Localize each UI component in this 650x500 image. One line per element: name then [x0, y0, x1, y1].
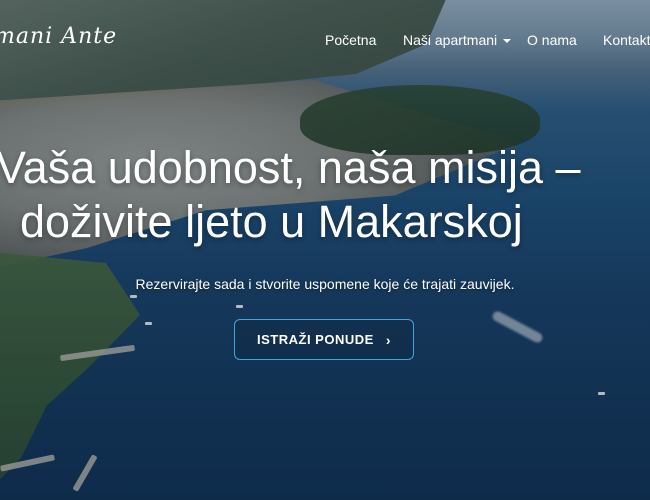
cta-label: ISTRAŽI PONUDE: [257, 332, 374, 347]
hero-subtitle: Rezervirajte sada i stvorite uspomene ko…: [135, 276, 515, 292]
hero-background-image: [0, 0, 650, 500]
caret-down-icon: [503, 39, 512, 44]
explore-offers-button[interactable]: ISTRAŽI PONUDE ›: [234, 319, 414, 360]
nav-item-pocetna[interactable]: Početna: [325, 32, 376, 48]
nav-item-o-nama[interactable]: O nama: [527, 32, 577, 48]
nav-item-label: Naši apartmani: [403, 32, 498, 48]
brand-logo[interactable]: mani Ante: [0, 24, 117, 49]
hero-overlay: [0, 0, 650, 500]
nav-item-nasi-apartmani[interactable]: Naši apartmani: [403, 32, 512, 48]
nav-item-kontakt[interactable]: Kontakt: [603, 32, 650, 48]
headline-line-1: Vaša udobnost, naša misija –: [0, 142, 581, 193]
headline-line-2: doživite ljeto u Makarskoj: [20, 196, 523, 247]
chevron-right-icon: ›: [385, 331, 391, 348]
